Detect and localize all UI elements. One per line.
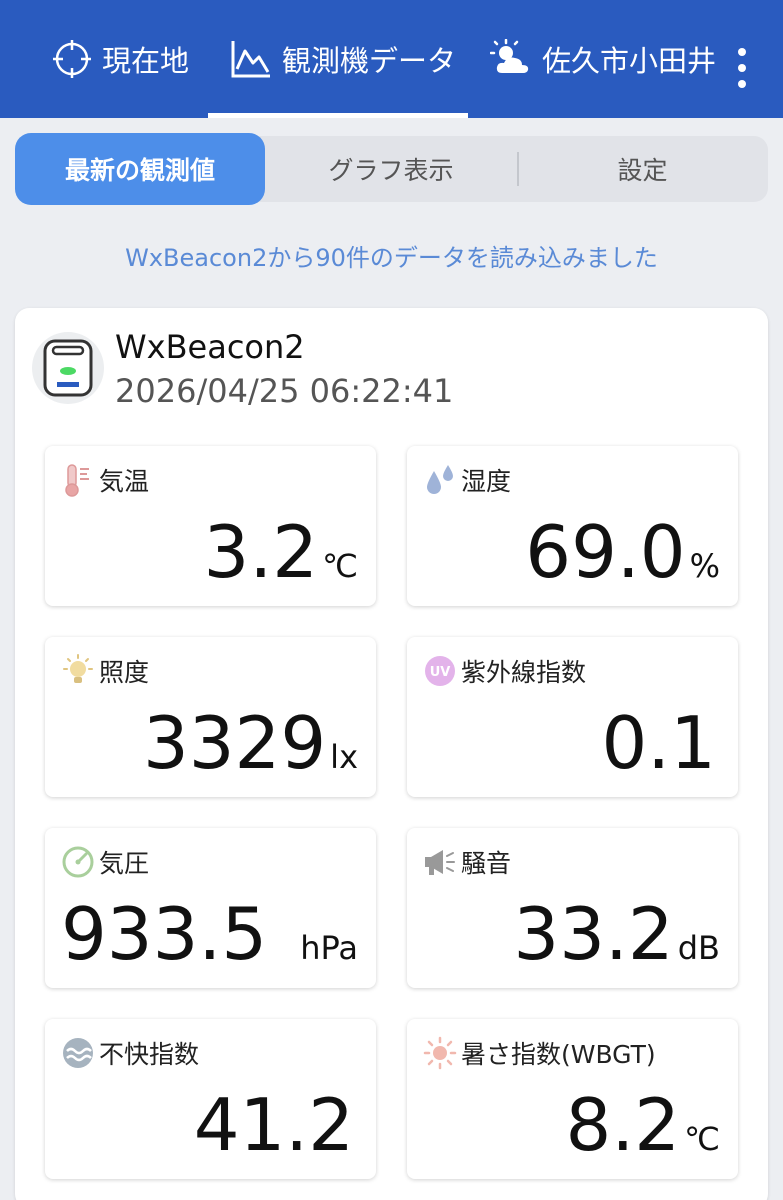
tab-label: 佐久市小田井 (542, 44, 717, 78)
crosshair-icon (52, 39, 92, 79)
tab-weather-location[interactable]: 佐久市小田井 (490, 0, 716, 118)
reading-label: 照度 (99, 658, 150, 687)
reading-value: 69.0 (525, 510, 686, 594)
active-tab-indicator (208, 113, 468, 118)
reading-humidity[interactable]: 湿度 69.0 % (407, 446, 738, 606)
reading-discomfort-index[interactable]: 不快指数 41.2 (45, 1019, 376, 1179)
reading-value: 8.2 (565, 1083, 681, 1167)
tab-label: 現在地 (102, 44, 190, 78)
segment-latest[interactable]: 最新の観測値 (15, 133, 265, 205)
sun-icon (423, 1036, 457, 1070)
reading-illuminance[interactable]: 照度 3329 lx (45, 637, 376, 797)
wxbeacon-device-icon (32, 332, 104, 404)
reading-pressure[interactable]: 気圧 933.5 hPa (45, 828, 376, 988)
reading-noise[interactable]: 騒音 33.2 dB (407, 828, 738, 988)
tab-label: 観測機データ (282, 44, 457, 78)
device-name: WxBeacon2 (115, 328, 305, 366)
reading-unit: hPa (300, 929, 358, 967)
reading-unit: % (689, 547, 720, 585)
gauge-icon (61, 845, 95, 879)
reading-label: 気圧 (99, 849, 150, 878)
reading-value: 41.2 (193, 1083, 354, 1167)
reading-unit: dB (677, 929, 720, 967)
segment-settings[interactable]: 設定 (517, 136, 768, 202)
droplets-icon (423, 463, 457, 497)
discomfort-icon (61, 1036, 95, 1070)
reading-unit: lx (330, 738, 358, 776)
reading-temperature[interactable]: 気温 3.2 ℃ (45, 446, 376, 606)
light-bulb-icon (61, 654, 95, 688)
reading-value: 933.5 (61, 892, 268, 976)
reading-value: 3.2 (203, 510, 319, 594)
reading-label: 湿度 (461, 467, 512, 496)
load-status-message: WxBeacon2から90件のデータを読み込みました (125, 244, 658, 272)
megaphone-icon (423, 845, 457, 879)
partly-cloudy-icon (490, 39, 532, 79)
reading-wbgt[interactable]: 暑さ指数(WBGT) 8.2 ℃ (407, 1019, 738, 1179)
reading-uv-index[interactable]: UV 紫外線指数 0.1 (407, 637, 738, 797)
more-menu-icon[interactable] (734, 48, 750, 88)
tab-device-data[interactable]: 観測機データ (230, 0, 456, 118)
reading-label: 不快指数 (99, 1040, 200, 1069)
reading-unit: ℃ (322, 547, 358, 585)
device-card: WxBeacon2 2026/04/25 06:22:41 気温 3.2 ℃ 湿… (15, 308, 768, 1200)
reading-value: 33.2 (513, 892, 674, 976)
segment-graph[interactable]: グラフ表示 (265, 136, 517, 202)
top-nav: 現在地 観測機データ 佐久市小田井 (0, 0, 783, 118)
reading-label: 暑さ指数(WBGT) (461, 1040, 656, 1069)
reading-label: 紫外線指数 (461, 658, 587, 687)
reading-label: 騒音 (461, 849, 512, 878)
reading-unit: ℃ (684, 1120, 720, 1158)
reading-value: 3329 (142, 701, 327, 785)
thermometer-icon (61, 463, 95, 497)
tab-current-location[interactable]: 現在地 (52, 0, 189, 118)
view-segmented-control: グラフ表示 設定 最新の観測値 (15, 133, 768, 205)
reading-value: 0.1 (601, 701, 716, 785)
chart-icon (230, 39, 272, 79)
device-timestamp: 2026/04/25 06:22:41 (115, 372, 454, 410)
svg-text:UV: UV (430, 665, 451, 680)
uv-icon: UV (423, 654, 457, 688)
reading-label: 気温 (99, 467, 150, 496)
